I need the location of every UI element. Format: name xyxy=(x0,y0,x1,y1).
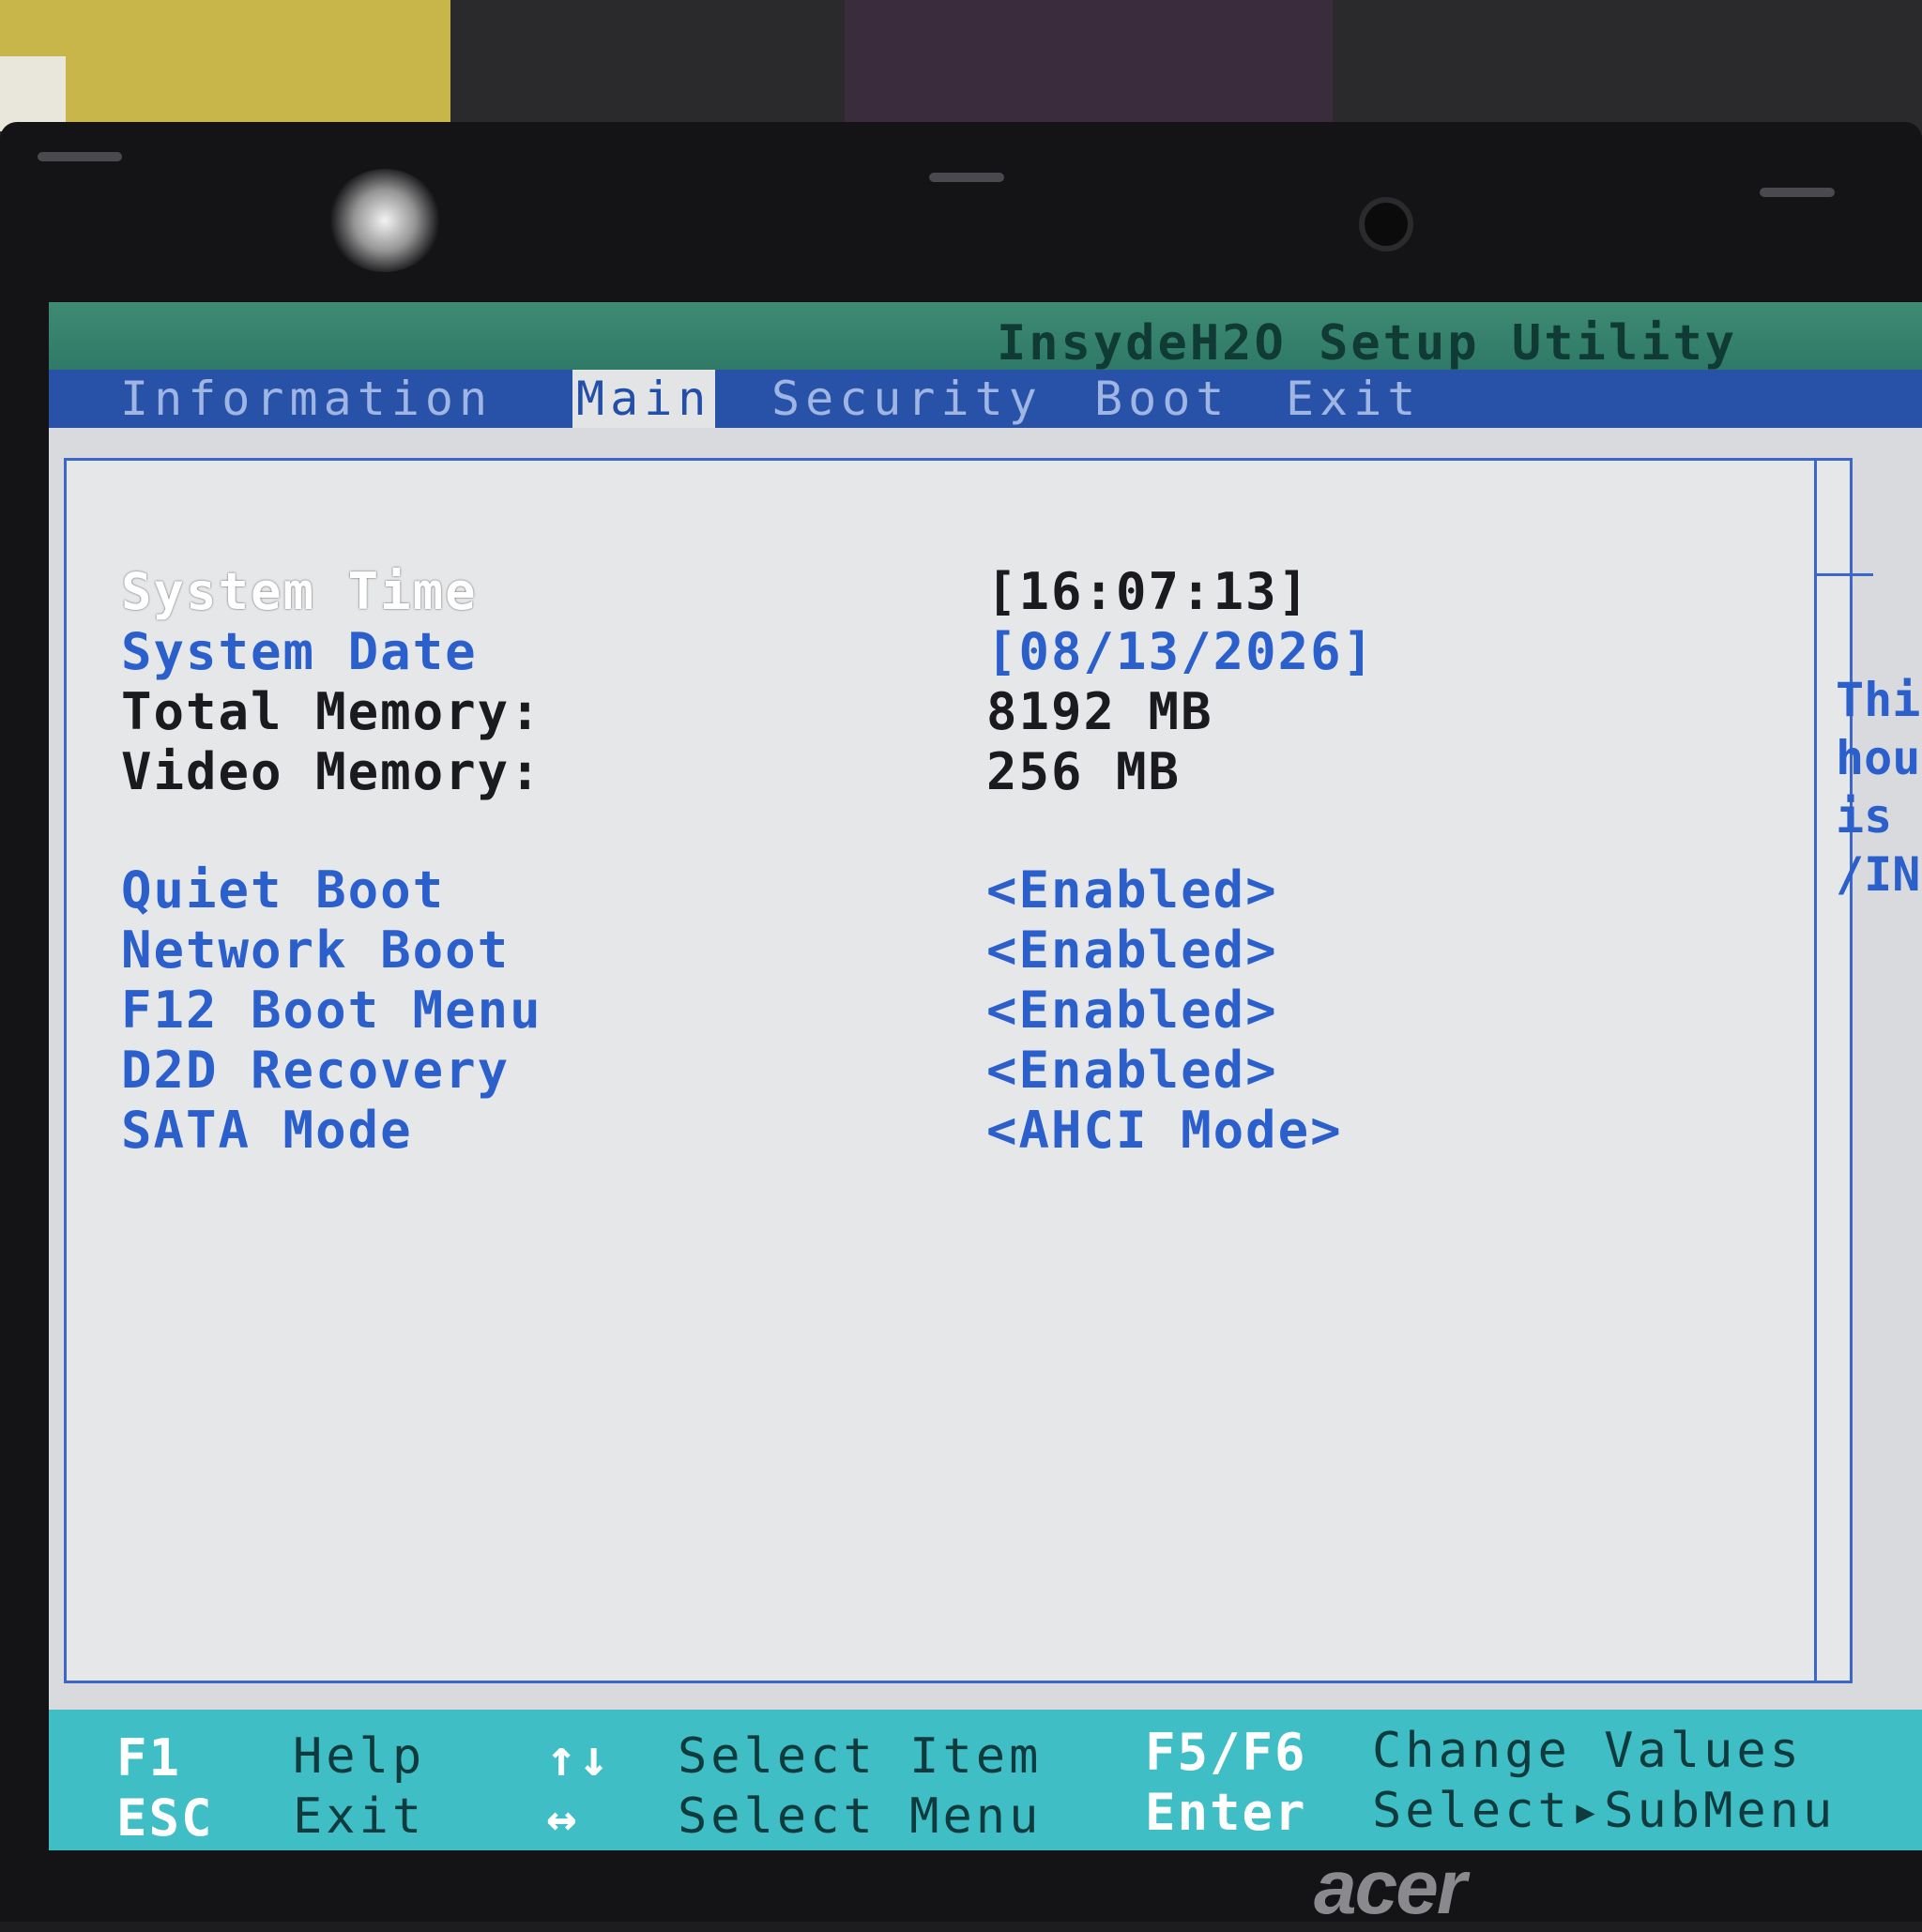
network-boot-value[interactable]: <Enabled> xyxy=(986,920,1278,980)
left-right-arrow-icon: ↔ xyxy=(546,1788,579,1848)
footer-desc-select-menu: Select Menu xyxy=(678,1788,1043,1845)
tab-exit[interactable]: Exit xyxy=(1286,370,1421,428)
bezel-latch-right xyxy=(1760,188,1835,197)
up-down-arrow-icon: ↑↓ xyxy=(546,1728,612,1787)
system-time-label[interactable]: System Time xyxy=(121,562,478,621)
total-memory-label: Total Memory: xyxy=(121,682,542,741)
d2d-recovery-label[interactable]: D2D Recovery xyxy=(121,1041,510,1100)
light-glare xyxy=(328,169,441,272)
quiet-boot-label[interactable]: Quiet Boot xyxy=(121,860,445,920)
tab-information[interactable]: Information xyxy=(120,370,493,428)
system-date-value[interactable]: [08/13/2026] xyxy=(986,622,1375,681)
help-line-2: hour xyxy=(1836,731,1922,785)
settings-panel: ] System Time [16:07:13] System Date [08… xyxy=(64,458,1922,1683)
f12-boot-menu-value[interactable]: <Enabled> xyxy=(986,981,1278,1040)
help-line-1: This xyxy=(1836,673,1922,727)
system-time-value[interactable]: [16:07:13] xyxy=(986,562,1310,621)
help-header-line xyxy=(1817,573,1873,576)
system-date-label[interactable]: System Date xyxy=(121,622,478,681)
background-light-patch xyxy=(0,56,66,131)
footer-desc-select-item: Select Item xyxy=(678,1728,1043,1785)
background-yellow-panel xyxy=(0,0,450,131)
video-memory-value: 256 MB xyxy=(986,742,1182,801)
background-cloth xyxy=(845,0,1333,141)
quiet-boot-value[interactable]: <Enabled> xyxy=(986,860,1278,920)
network-boot-label[interactable]: Network Boot xyxy=(121,920,510,980)
footer-desc-help: Help xyxy=(293,1728,426,1785)
help-divider xyxy=(1814,461,1817,1681)
video-memory-label: Video Memory: xyxy=(121,742,542,801)
footer-key-enter: Enter xyxy=(1145,1783,1307,1842)
bios-screen: InsydeH2O Setup Utility Information Main… xyxy=(49,302,1922,1850)
tab-main[interactable]: Main xyxy=(572,370,716,428)
bezel-microphone xyxy=(929,173,1004,182)
footer-desc-change-values: Change Values xyxy=(1372,1723,1803,1779)
d2d-recovery-value[interactable]: <Enabled> xyxy=(986,1041,1278,1100)
help-line-4: /IN xyxy=(1836,847,1921,902)
tab-security[interactable]: Security xyxy=(771,370,1043,428)
footer-key-f1: F1 xyxy=(116,1728,182,1787)
footer-desc-exit: Exit xyxy=(293,1788,426,1845)
f12-boot-menu-label[interactable]: F12 Boot Menu xyxy=(121,981,542,1040)
webcam-icon xyxy=(1359,197,1413,251)
total-memory-value: 8192 MB xyxy=(986,682,1213,741)
help-line-3: is xyxy=(1836,789,1893,844)
footer-key-esc: ESC xyxy=(116,1788,214,1848)
app-title: InsydeH2O Setup Utility xyxy=(997,315,1738,372)
sata-mode-value[interactable]: <AHCI Mode> xyxy=(986,1101,1343,1160)
footer-key-f5-f6: F5/F6 xyxy=(1145,1723,1307,1782)
title-bar: InsydeH2O Setup Utility xyxy=(49,302,1922,372)
footer-desc-select-submenu: Select▸SubMenu xyxy=(1372,1783,1837,1839)
footer-key-help: F1 Help ESC Exit ↑↓ Select Item ↔ Select… xyxy=(49,1710,1922,1850)
menu-bar: Information Main Security Boot Exit xyxy=(49,370,1922,428)
bezel-latch xyxy=(38,152,122,161)
sata-mode-label[interactable]: SATA Mode xyxy=(121,1101,413,1160)
acer-logo: acer xyxy=(1314,1845,1467,1930)
tab-boot[interactable]: Boot xyxy=(1094,370,1229,428)
